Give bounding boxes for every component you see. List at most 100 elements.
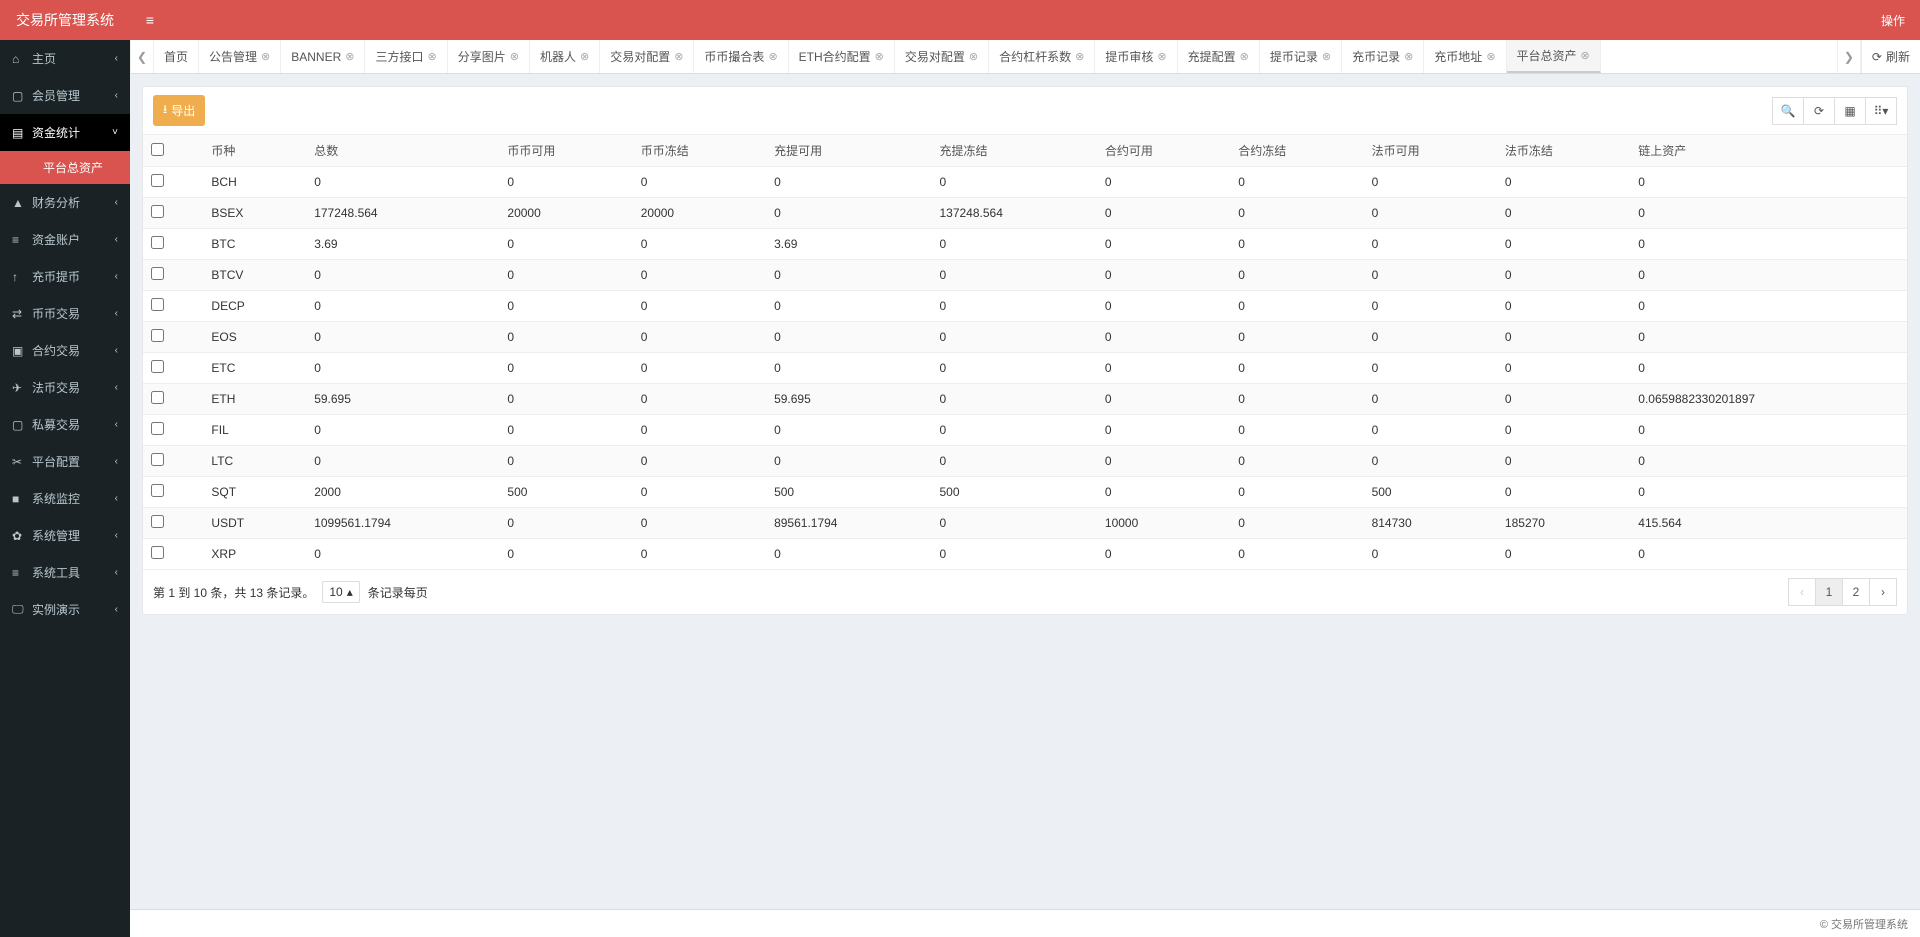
column-header[interactable]: 总数 [306, 135, 499, 167]
page-1[interactable]: 1 [1815, 578, 1843, 606]
column-header[interactable]: 合约冻结 [1230, 135, 1363, 167]
table-row[interactable]: ETC0000000000 [143, 353, 1907, 384]
row-checkbox[interactable] [151, 360, 164, 373]
sidebar-item-0[interactable]: ⌂主页‹ [0, 40, 130, 77]
sidebar-item-13[interactable]: ≡系统工具‹ [0, 554, 130, 591]
tab-3[interactable]: 三方接口⊗ [365, 40, 447, 73]
search-button[interactable]: 🔍 [1772, 97, 1804, 125]
column-header[interactable]: 链上资产 [1630, 135, 1907, 167]
table-row[interactable]: USDT1099561.17940089561.1794010000081473… [143, 508, 1907, 539]
column-header[interactable]: 合约可用 [1097, 135, 1230, 167]
tab-refresh[interactable]: ⟳ 刷新 [1861, 40, 1920, 73]
column-header[interactable]: 充提冻结 [931, 135, 1096, 167]
table-row[interactable]: XRP0000000000 [143, 539, 1907, 570]
table-row[interactable]: SQT200050005005000050000 [143, 477, 1907, 508]
close-icon[interactable]: ⊗ [261, 50, 270, 63]
table-row[interactable]: EOS0000000000 [143, 322, 1907, 353]
select-all-checkbox[interactable] [151, 143, 164, 156]
page-prev[interactable]: ‹ [1788, 578, 1816, 606]
row-checkbox[interactable] [151, 453, 164, 466]
close-icon[interactable]: ⊗ [1075, 50, 1084, 63]
column-header[interactable]: 币币可用 [499, 135, 632, 167]
row-checkbox[interactable] [151, 267, 164, 280]
grid-button[interactable]: ⠿▾ [1865, 97, 1897, 125]
row-checkbox[interactable] [151, 515, 164, 528]
sidebar-item-3[interactable]: ▲财务分析‹ [0, 184, 130, 221]
tab-13[interactable]: 提币记录⊗ [1260, 40, 1342, 73]
table-row[interactable]: BTCV0000000000 [143, 260, 1907, 291]
tab-scroll-right[interactable]: ❯ [1837, 40, 1861, 73]
sidebar-item-9[interactable]: ▢私募交易‹ [0, 406, 130, 443]
sidebar-item-8[interactable]: ✈法币交易‹ [0, 369, 130, 406]
tab-8[interactable]: ETH合约配置⊗ [789, 40, 895, 73]
tab-scroll-left[interactable]: ❮ [130, 40, 154, 73]
close-icon[interactable]: ⊗ [1581, 49, 1590, 62]
close-icon[interactable]: ⊗ [1404, 50, 1413, 63]
sidebar-item-12[interactable]: ✿系统管理‹ [0, 517, 130, 554]
close-icon[interactable]: ⊗ [1157, 50, 1166, 63]
close-icon[interactable]: ⊗ [674, 50, 683, 63]
row-checkbox[interactable] [151, 236, 164, 249]
tab-11[interactable]: 提币审核⊗ [1095, 40, 1177, 73]
close-icon[interactable]: ⊗ [768, 50, 777, 63]
column-header[interactable]: 法币冻结 [1497, 135, 1630, 167]
tab-5[interactable]: 机器人⊗ [530, 40, 600, 73]
close-icon[interactable]: ⊗ [580, 50, 589, 63]
row-checkbox[interactable] [151, 391, 164, 404]
row-checkbox[interactable] [151, 174, 164, 187]
table-row[interactable]: FIL0000000000 [143, 415, 1907, 446]
sidebar-item-11[interactable]: ■系统监控‹ [0, 480, 130, 517]
row-checkbox[interactable] [151, 546, 164, 559]
table-row[interactable]: BTC3.69003.69000000 [143, 229, 1907, 260]
sidebar-item-2[interactable]: ▤资金统计˅ [0, 114, 130, 151]
sidebar-item-4[interactable]: ≡资金账户‹ [0, 221, 130, 258]
pagesize-select[interactable]: 10 ▴ [322, 581, 359, 603]
page-next[interactable]: › [1869, 578, 1897, 606]
close-icon[interactable]: ⊗ [1240, 50, 1249, 63]
tab-4[interactable]: 分享图片⊗ [448, 40, 530, 73]
sidebar-item-7[interactable]: ▣合约交易‹ [0, 332, 130, 369]
close-icon[interactable]: ⊗ [1322, 50, 1331, 63]
tab-7[interactable]: 币币撮合表⊗ [694, 40, 788, 73]
sidebar-item-6[interactable]: ⇄币币交易‹ [0, 295, 130, 332]
table-row[interactable]: BSEX177248.56420000200000137248.56400000 [143, 198, 1907, 229]
tab-2[interactable]: BANNER⊗ [281, 40, 365, 73]
sidebar-sub-item[interactable]: 平台总资产 [0, 151, 130, 184]
close-icon[interactable]: ⊗ [1486, 50, 1495, 63]
row-checkbox[interactable] [151, 422, 164, 435]
column-header[interactable]: 币种 [203, 135, 306, 167]
row-checkbox[interactable] [151, 298, 164, 311]
row-checkbox[interactable] [151, 205, 164, 218]
sidebar-item-14[interactable]: 🖵实例演示‹ [0, 591, 130, 628]
close-icon[interactable]: ⊗ [875, 50, 884, 63]
page-2[interactable]: 2 [1842, 578, 1870, 606]
export-button[interactable]: ⭳ 导出 [153, 95, 205, 126]
close-icon[interactable]: ⊗ [345, 50, 354, 63]
row-checkbox[interactable] [151, 329, 164, 342]
row-checkbox[interactable] [151, 484, 164, 497]
column-header[interactable]: 充提可用 [766, 135, 931, 167]
tab-12[interactable]: 充提配置⊗ [1178, 40, 1260, 73]
table-row[interactable]: LTC0000000000 [143, 446, 1907, 477]
tab-10[interactable]: 合约杠杆系数⊗ [989, 40, 1095, 73]
close-icon[interactable]: ⊗ [428, 50, 437, 63]
tab-0[interactable]: 首页 [154, 40, 199, 73]
tab-16[interactable]: 平台总资产⊗ [1507, 40, 1601, 73]
column-header[interactable]: 法币可用 [1364, 135, 1497, 167]
sidebar-item-5[interactable]: ↑充币提币‹ [0, 258, 130, 295]
tab-9[interactable]: 交易对配置⊗ [895, 40, 989, 73]
close-icon[interactable]: ⊗ [510, 50, 519, 63]
refresh-button[interactable]: ⟳ [1803, 97, 1835, 125]
close-icon[interactable]: ⊗ [969, 50, 978, 63]
column-header[interactable]: 币币冻结 [633, 135, 766, 167]
columns-button[interactable]: ▦ [1834, 97, 1866, 125]
sidebar-item-10[interactable]: ✂平台配置‹ [0, 443, 130, 480]
sidebar-toggle[interactable]: ≡ [130, 12, 170, 28]
sidebar-item-1[interactable]: ▢会员管理‹ [0, 77, 130, 114]
tab-6[interactable]: 交易对配置⊗ [600, 40, 694, 73]
tab-15[interactable]: 充币地址⊗ [1424, 40, 1506, 73]
tab-1[interactable]: 公告管理⊗ [199, 40, 281, 73]
header-action[interactable]: 操作 [1866, 12, 1920, 29]
table-row[interactable]: ETH59.6950059.695000000.0659882330201897 [143, 384, 1907, 415]
table-row[interactable]: DECP0000000000 [143, 291, 1907, 322]
